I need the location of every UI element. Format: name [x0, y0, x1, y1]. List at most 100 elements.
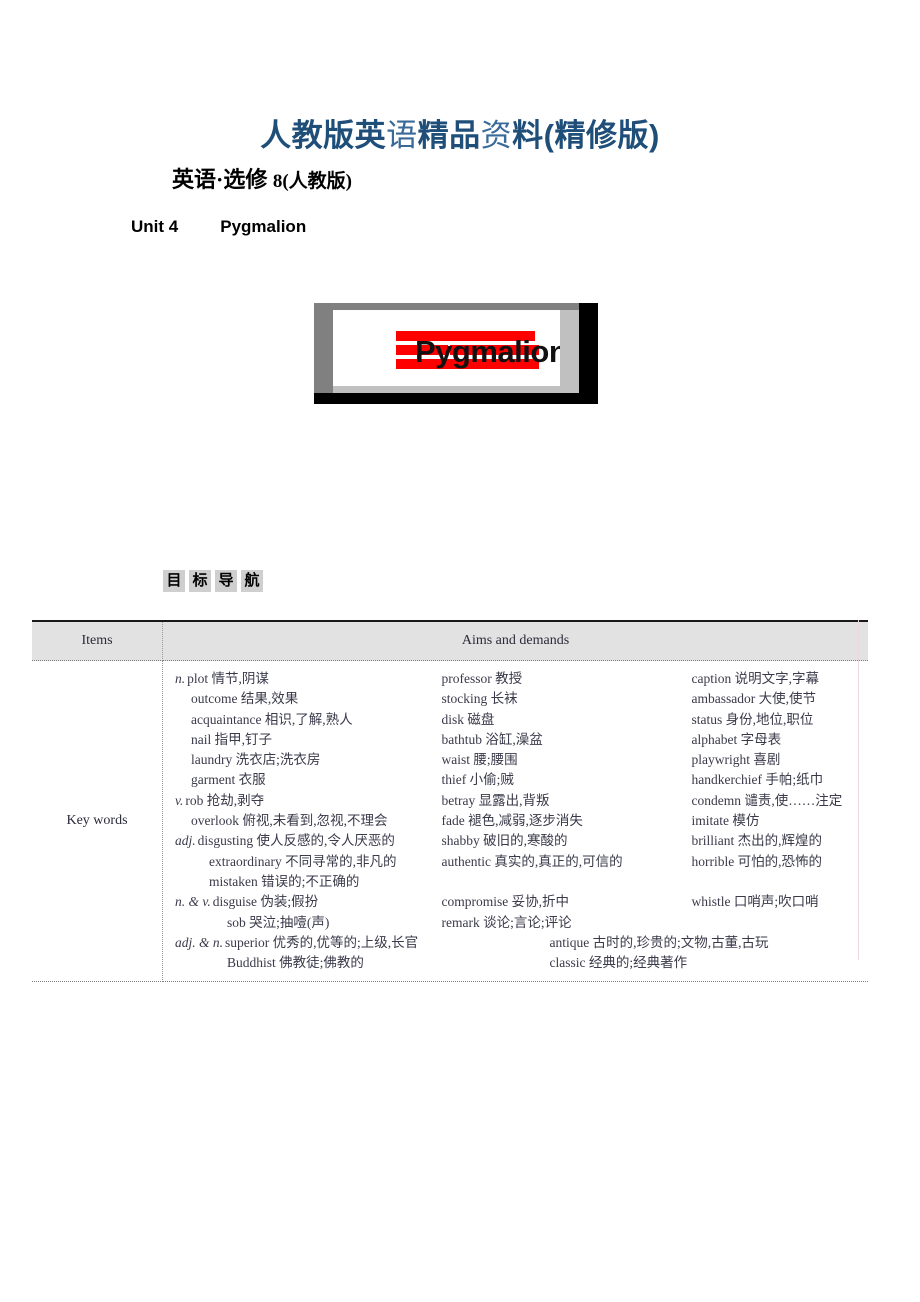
section-tag-char: 目: [163, 570, 185, 592]
course-subtitle-emphasis: 8(人教版): [272, 171, 352, 192]
word-entry: status 身份,地位,职位: [692, 710, 869, 730]
section-tag-goal-navigation: 目 标 导 航: [163, 570, 263, 592]
word-entry: fade 褪色,减弱,逐步消失: [442, 811, 692, 831]
page-banner-title: 人教版英语精品资料(精修版): [0, 116, 920, 156]
word-entry-text: handkerchief 手帕;纸巾: [691, 772, 824, 788]
part-of-speech-label: n.: [175, 671, 186, 686]
word-entry-text: disguise 伪装;假扮: [212, 894, 319, 910]
word-entry: n. & v. disguise 伪装;假扮: [175, 892, 442, 912]
table-header-row: Items Aims and demands: [32, 620, 868, 661]
word-entry: laundry 洗衣店;洗衣房: [175, 750, 442, 770]
word-entry-text: disk 磁盘: [441, 711, 495, 727]
word-entry-text: playwright 喜剧: [691, 752, 781, 768]
word-entry: playwright 喜剧: [692, 750, 869, 770]
word-entry: ambassador 大使,使节: [692, 689, 869, 709]
section-tag-char: 标: [189, 570, 211, 592]
row-label-key-words: Key words: [32, 660, 163, 983]
word-line-spacer: [442, 872, 692, 892]
part-of-speech-label: n. & v.: [175, 894, 211, 910]
word-entry-text: plot 情节,阴谋: [187, 671, 269, 686]
table-body: Key words n. plot 情节,阴谋 outcome 结果,效果 acqua…: [32, 660, 869, 983]
word-entry: alphabet 字母表: [692, 730, 869, 750]
word-entry: n. plot 情节,阴谋: [175, 669, 442, 689]
word-entry: shabby 破旧的,寒酸的: [442, 831, 692, 851]
section-tag-char: 导: [215, 570, 237, 592]
table-row: Key words n. plot 情节,阴谋 outcome 结果,效果 acqua…: [32, 660, 869, 983]
word-entry-text: thief 小偷;贼: [441, 772, 514, 788]
part-of-speech-label: adj. & n.: [175, 934, 224, 950]
word-entry: caption 说明文字,字幕: [692, 669, 869, 689]
word-entry: thief 小偷;贼: [442, 770, 692, 790]
word-entry-text: Buddhist 佛教徒;佛教的: [227, 955, 364, 971]
word-line-spacer: [692, 872, 869, 892]
word-entry-text: whistle 口哨声;吹口哨: [691, 894, 819, 910]
word-entry-text: classic 经典的;经典著作: [549, 955, 688, 971]
word-entry-text: shabby 破旧的,寒酸的: [441, 833, 568, 849]
word-entry-text: horrible 可怕的,恐怖的: [691, 853, 823, 869]
word-entry: condemn 谴责,使……注定: [692, 791, 869, 811]
word-column-left: n. plot 情节,阴谋 outcome 结果,效果 acquaintance 相识…: [163, 669, 442, 973]
banner-segment-4: 资: [480, 118, 513, 153]
word-entry: acquaintance 相识,了解,熟人: [175, 710, 442, 730]
word-entry: nail 指甲,钉子: [175, 730, 442, 750]
banner-segment-1: 人教版英: [260, 118, 387, 153]
word-entry-text: alphabet 字母表: [691, 731, 782, 747]
word-entry: waist 腰;腰围: [442, 750, 692, 770]
word-entry: horrible 可怕的,恐怖的: [692, 852, 869, 872]
word-entry-text: status 身份,地位,职位: [691, 711, 814, 727]
aims-and-demands-table: Items Aims and demands Key words n. plot …: [32, 620, 869, 983]
word-entry-text: bathtub 浴缸,澡盆: [441, 731, 543, 747]
word-entry: betray 显露出,背叛: [442, 791, 692, 811]
part-of-speech-label: adj.: [175, 833, 196, 849]
word-entry-text: professor 教授: [441, 671, 523, 686]
word-entry: authentic 真实的,真正的,可信的: [442, 852, 692, 872]
word-entry: sob 哭泣;抽噎(声): [175, 913, 442, 933]
word-entry: garment 衣服: [175, 770, 442, 790]
word-entry: adj. & n. superior 优秀的,优等的;上级,长官: [175, 933, 442, 953]
row-content-key-words: n. plot 情节,阴谋 outcome 结果,效果 acquaintance 相识…: [162, 660, 869, 983]
word-entry-text: waist 腰;腰围: [441, 752, 518, 768]
word-entry: v. rob 抢劫,剥夺: [175, 791, 442, 811]
table-header-aims: Aims and demands: [162, 620, 868, 661]
banner-segment-2: 语: [386, 118, 418, 153]
unit-title: Pygmalion: [220, 217, 307, 236]
word-entry: Buddhist 佛教徒;佛教的: [175, 953, 442, 973]
word-entry-text: authentic 真实的,真正的,可信的: [441, 853, 623, 869]
unit-illustration: Pygmalion: [314, 303, 598, 404]
word-entry-text: disgusting 使人反感的,令人厌恶的: [197, 833, 395, 849]
word-entry: mistaken 错误的;不正确的: [175, 872, 442, 892]
word-entry-text: nail 指甲,钉子: [191, 731, 272, 747]
word-entry: antique 古时的,珍贵的;文物,古董,古玩: [442, 933, 769, 953]
table-right-edge-rule: [858, 620, 859, 960]
table-header: Items Aims and demands: [32, 620, 868, 661]
word-entry-text: imitate 模仿: [691, 813, 760, 829]
word-entry: adj. disgusting 使人反感的,令人厌恶的: [175, 831, 442, 851]
unit-heading: Unit 4 Pygmalion: [131, 214, 306, 240]
word-entry-text: acquaintance 相识,了解,熟人: [191, 711, 353, 727]
word-entry-text: rob 抢劫,剥夺: [185, 792, 265, 808]
unit-number: Unit 4: [131, 217, 179, 236]
word-column-right: caption 说明文字,字幕 ambassador 大使,使节 status 身份…: [692, 669, 869, 973]
banner-segment-3: 精品: [417, 118, 481, 153]
word-entry: compromise 妥协,折中: [442, 892, 692, 912]
word-entry: imitate 模仿: [692, 811, 869, 831]
word-entry: remark 谈论;言论;评论: [442, 913, 692, 933]
word-entry: bathtub 浴缸,澡盆: [442, 730, 692, 750]
word-entry-text: condemn 谴责,使……注定: [691, 792, 843, 808]
word-entry: extraordinary 不同寻常的,非凡的: [175, 852, 442, 872]
word-entry: disk 磁盘: [442, 710, 692, 730]
word-entry: brilliant 杰出的,辉煌的: [692, 831, 869, 851]
word-entry-text: ambassador 大使,使节: [691, 691, 816, 707]
word-entry: professor 教授: [442, 669, 692, 689]
illustration-canvas: Pygmalion: [333, 310, 560, 386]
word-entry-text: sob 哭泣;抽噎(声): [227, 914, 330, 930]
course-subtitle: 英语·选修 8(人教版): [172, 165, 352, 197]
word-entry-text: laundry 洗衣店;洗衣房: [191, 752, 321, 768]
word-entry-text: mistaken 错误的;不正确的: [209, 873, 360, 889]
word-entry-text: overlook 俯视,未看到,忽视,不理会: [191, 813, 388, 829]
word-entry-text: brilliant 杰出的,辉煌的: [691, 833, 823, 849]
illustration-word: Pygmalion: [415, 334, 560, 369]
word-entry: outcome 结果,效果: [175, 689, 442, 709]
word-entry: overlook 俯视,未看到,忽视,不理会: [175, 811, 442, 831]
word-entry: classic 经典的;经典著作: [442, 953, 692, 973]
